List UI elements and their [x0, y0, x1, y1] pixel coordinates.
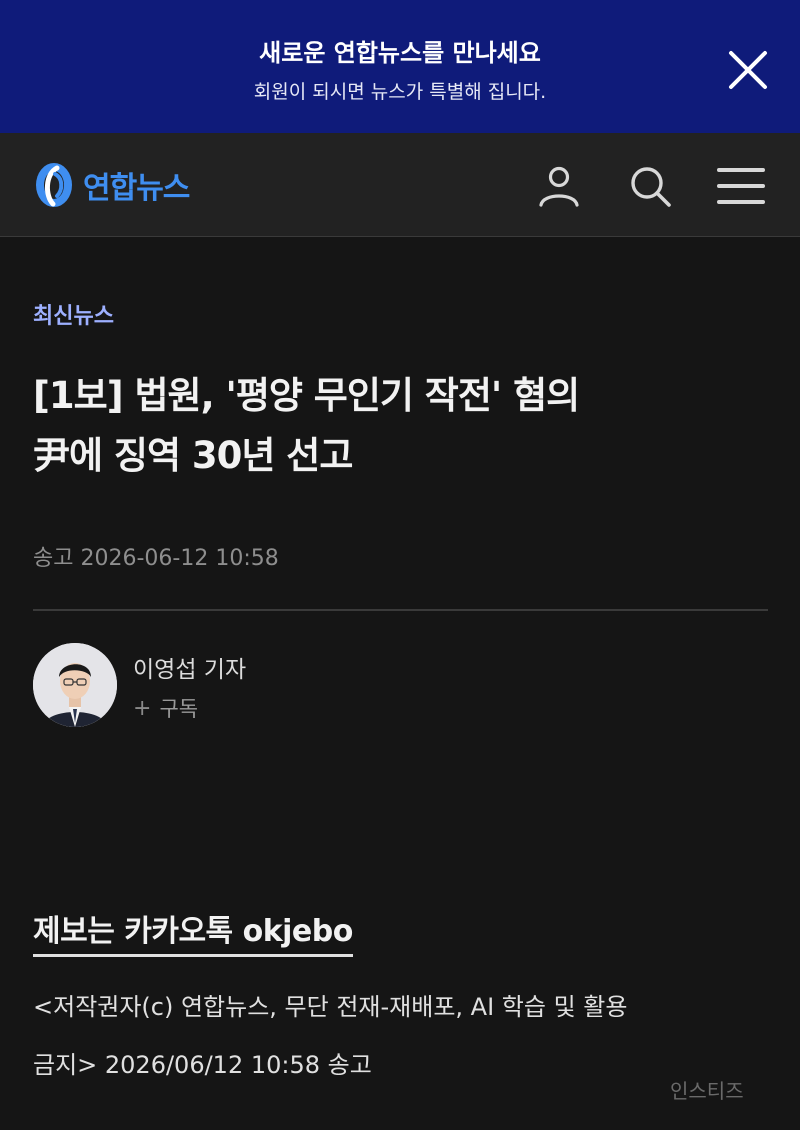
close-icon[interactable]: [722, 44, 774, 96]
article-headline: [1보] 법원, '평양 무인기 작전' 혐의 尹에 징역 30년 선고: [33, 366, 773, 486]
yonhap-logo-icon: [36, 163, 72, 207]
divider: [33, 609, 768, 611]
promo-banner[interactable]: 새로운 연합뉴스를 만나세요 회원이 되시면 뉴스가 특별해 집니다.: [0, 0, 800, 133]
logo-text: 연합뉴스: [83, 171, 190, 206]
reporter-name[interactable]: 이영섭 기자: [133, 650, 246, 684]
promo-subtitle: 회원이 되시면 뉴스가 특별해 집니다.: [253, 81, 547, 103]
menu-icon[interactable]: [717, 162, 765, 210]
subscribe-label: 구독: [159, 697, 199, 721]
subscribe-button[interactable]: + 구독: [133, 693, 198, 723]
reporter-avatar[interactable]: [33, 643, 117, 727]
copyright-notice: <저작권자(c) 연합뉴스, 무단 전재-재배포, AI 학습 및 활용 금지>…: [33, 978, 773, 1094]
copyright-line-1: <저작권자(c) 연합뉴스, 무단 전재-재배포, AI 학습 및 활용: [33, 993, 628, 1021]
watermark: 인스티즈: [670, 1079, 744, 1103]
tip-link[interactable]: 제보는 카카오톡 okjebo: [33, 906, 353, 957]
promo-title: 새로운 연합뉴스를 만나세요: [259, 39, 541, 67]
site-logo[interactable]: 연합뉴스: [33, 160, 190, 210]
search-icon[interactable]: [626, 162, 674, 210]
site-header: 연합뉴스: [0, 133, 800, 237]
headline-line-1: [1보] 법원, '평양 무인기 작전' 혐의: [33, 374, 580, 417]
headline-line-2: 尹에 징역 30년 선고: [33, 434, 353, 477]
copyright-line-2: 금지> 2026/06/12 10:58 송고: [33, 1051, 372, 1079]
user-icon[interactable]: [535, 162, 583, 210]
article-dateline: 송고 2026-06-12 10:58: [33, 546, 279, 571]
plus-icon: +: [133, 695, 152, 721]
category-label[interactable]: 최신뉴스: [33, 298, 114, 330]
